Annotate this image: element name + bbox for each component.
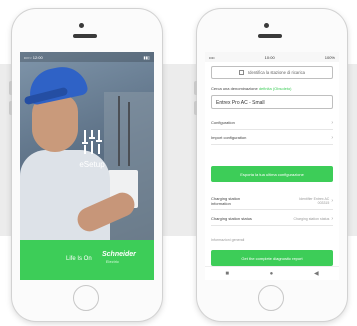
speaker-grille: [73, 34, 97, 38]
back-icon[interactable]: ◀: [314, 270, 319, 277]
import-configuration-label: Import configuration: [211, 135, 247, 140]
app-name: eSetup: [79, 160, 105, 169]
tagline: Life Is On: [66, 256, 92, 262]
denomination-text: Cerca una denominazione: [211, 86, 258, 91]
status-left: ••○○ 12:00: [24, 55, 43, 60]
denomination-link[interactable]: definita (Obsoleto): [259, 86, 292, 91]
home-icon[interactable]: ●: [270, 271, 274, 277]
import-configuration-row[interactable]: Import configuration ›: [211, 131, 333, 145]
cable-image: [118, 96, 120, 166]
identify-station-button[interactable]: Identifica la stazione di ricarica: [211, 66, 333, 79]
general-info-label: Informazioni generali: [211, 238, 245, 242]
schneider-logo-sub: Electric: [106, 260, 120, 264]
phone-right: •••• 10:00 100% Identifica la stazione d…: [194, 9, 347, 321]
volume-down-button: [9, 101, 12, 115]
front-camera: [79, 23, 84, 28]
phone-left: ••○○ 12:00 ▮▮▯ eSetup Life Is On Schneid…: [9, 9, 162, 321]
qr-code-icon: [238, 70, 244, 75]
android-nav-bar: ■ ● ◀: [205, 266, 339, 280]
status-battery: 100%: [324, 55, 335, 60]
station-information-value: Identifier Entrex AC 003315: [299, 196, 330, 205]
station-information-label: Charging station information: [211, 195, 241, 206]
station-status-value: Charging station status: [293, 216, 330, 221]
station-status-label: Charging station status: [211, 216, 252, 221]
station-information-row[interactable]: Charging station information Identifier …: [211, 192, 333, 210]
status-signal: ••••: [209, 55, 215, 60]
identify-station-label: Identifica la stazione di ricarica: [247, 70, 306, 75]
home-button[interactable]: [258, 285, 284, 311]
brand-footer: Life Is On Schneider Electric: [20, 240, 154, 280]
front-camera: [264, 23, 269, 28]
volume-down-button: [194, 101, 197, 115]
chevron-right-icon: ›: [331, 134, 333, 141]
export-configuration-button[interactable]: Esporta la tua ultima configurazione: [211, 166, 333, 182]
denomination-label: Cerca una denominazione definita (Obsole…: [211, 86, 292, 91]
station-status-row[interactable]: Charging station status Charging station…: [211, 212, 333, 226]
recent-apps-icon[interactable]: ■: [225, 271, 229, 277]
configuration-screen: •••• 10:00 100% Identifica la stazione d…: [205, 52, 339, 280]
schneider-logo: Schneider: [102, 251, 136, 258]
status-bar: ••○○ 12:00 ▮▮▯: [20, 52, 154, 62]
status-bar: •••• 10:00 100%: [205, 52, 339, 62]
home-button[interactable]: [73, 285, 99, 311]
denomination-input[interactable]: Entrex Pro AC - Small: [211, 95, 333, 109]
diagnostic-report-button[interactable]: Get the complete diagnostic report: [211, 250, 333, 266]
volume-up-button: [194, 81, 197, 95]
chevron-right-icon: ›: [331, 119, 333, 126]
chevron-right-icon: ›: [331, 197, 333, 204]
esetup-logo-icon: [82, 130, 102, 154]
volume-up-button: [9, 81, 12, 95]
status-time: 10:00: [264, 55, 275, 60]
chevron-right-icon: ›: [331, 215, 333, 222]
cable-image: [128, 102, 130, 166]
speaker-grille: [258, 34, 282, 38]
status-right: ▮▮▯: [143, 55, 150, 60]
splash-screen: ••○○ 12:00 ▮▮▯ eSetup Life Is On Schneid…: [20, 52, 154, 280]
configuration-label: Configuration: [211, 120, 235, 125]
configuration-row[interactable]: Configuration ›: [211, 116, 333, 130]
